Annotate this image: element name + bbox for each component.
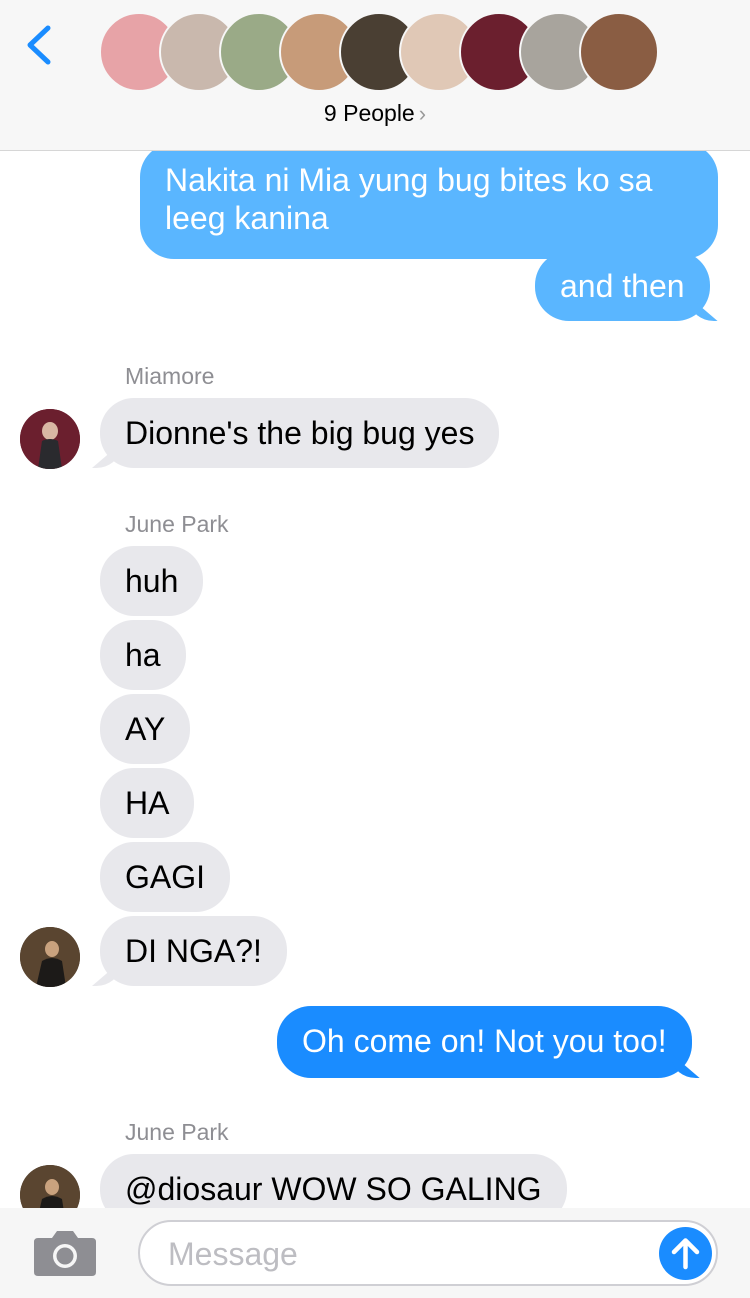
sender-name: June Park xyxy=(125,511,229,537)
message-text: Dionne's the big bug yes xyxy=(125,415,475,451)
message-text: Nakita ni Mia yung bug bites ko sa leeg … xyxy=(165,162,653,236)
outgoing-message[interactable]: and then xyxy=(535,251,710,321)
sender-name: Miamore xyxy=(125,363,215,389)
sender-name: June Park xyxy=(125,1119,229,1145)
camera-icon[interactable] xyxy=(32,1228,98,1278)
group-details-link[interactable]: 9 People › xyxy=(0,100,750,127)
incoming-message[interactable]: @diosaur WOW SO GALING xyxy=(100,1154,567,1208)
people-count-label: 9 People xyxy=(323,100,415,126)
message-text: HA xyxy=(125,785,170,821)
message-text: Oh come on! Not you too! xyxy=(302,1023,667,1059)
sender-avatar[interactable] xyxy=(20,1165,80,1208)
incoming-message[interactable]: AY xyxy=(100,694,191,764)
sender-avatar[interactable] xyxy=(20,927,80,987)
message-input-field[interactable] xyxy=(138,1220,718,1286)
message-text: and then xyxy=(560,268,685,304)
message-thread[interactable]: Nakita ni Mia yung bug bites ko sa leeg … xyxy=(0,151,750,1208)
message-text: GAGI xyxy=(125,859,206,895)
outgoing-message[interactable]: Oh come on! Not you too! xyxy=(277,1006,692,1078)
incoming-message[interactable]: huh xyxy=(100,546,204,616)
sender-avatar[interactable] xyxy=(20,409,80,469)
message-text: AY xyxy=(125,711,166,747)
outgoing-message[interactable]: Nakita ni Mia yung bug bites ko sa leeg … xyxy=(140,151,718,259)
incoming-message[interactable]: GAGI xyxy=(100,842,231,912)
back-chevron-icon[interactable] xyxy=(20,22,60,68)
incoming-message[interactable]: HA xyxy=(100,768,195,838)
incoming-message[interactable]: ha xyxy=(100,620,186,690)
chevron-right-icon: › xyxy=(418,101,427,126)
incoming-message[interactable]: DI NGA?! xyxy=(100,916,287,986)
arrow-up-icon xyxy=(671,1238,700,1270)
conversation-header: 9 People › xyxy=(0,0,750,151)
compose-bar xyxy=(0,1208,750,1298)
message-text: @diosaur WOW SO GALING xyxy=(125,1171,542,1207)
message-text: ha xyxy=(125,637,161,673)
incoming-message[interactable]: Dionne's the big bug yes xyxy=(100,398,500,468)
message-input[interactable] xyxy=(168,1234,648,1274)
message-text: DI NGA?! xyxy=(125,933,262,969)
send-button[interactable] xyxy=(659,1227,712,1280)
group-avatars[interactable] xyxy=(99,12,659,92)
message-text: huh xyxy=(125,563,179,599)
member-avatar xyxy=(579,12,659,92)
